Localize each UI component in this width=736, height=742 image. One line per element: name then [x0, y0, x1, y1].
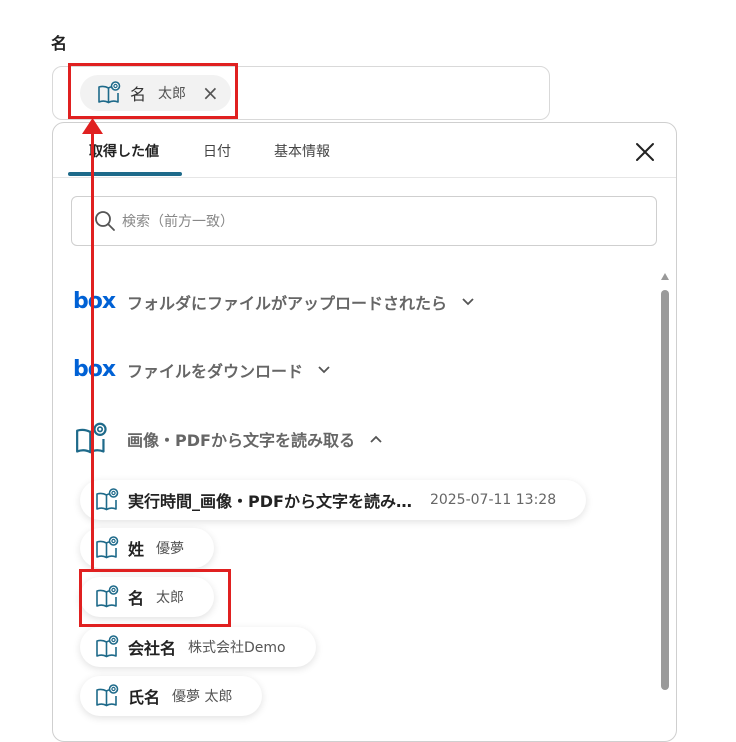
remove-token-icon[interactable]: × [202, 83, 219, 103]
token-value: 太郎 [158, 86, 187, 102]
box-logo-icon: box [73, 357, 116, 382]
scrollbar-thumb[interactable] [661, 290, 669, 690]
ocr-book-icon [94, 683, 120, 709]
section-box-download[interactable]: box ファイルをダウンロード [73, 357, 331, 382]
section-label: フォルダにファイルがアップロードされたら [127, 293, 448, 313]
value-item-first-name[interactable]: 名 太郎 [80, 577, 215, 617]
scrollbar[interactable] [661, 273, 669, 741]
token-name: 名 [130, 85, 147, 104]
search-icon [95, 211, 115, 231]
item-name: 姓 [128, 540, 145, 559]
item-name: 実行時間_画像・PDFから文字を読み… [128, 492, 412, 511]
item-name: 会社名 [128, 639, 177, 658]
value-item-last-name[interactable]: 姓 優夢 [80, 528, 215, 568]
value-item-full-name[interactable]: 氏名 優夢 太郎 [80, 676, 263, 716]
field-label: 名 [51, 34, 68, 53]
item-date: 2025-07-11 13:28 [429, 492, 557, 508]
chevron-down-icon [318, 365, 330, 373]
ocr-book-icon [73, 421, 109, 457]
search-box [71, 196, 657, 246]
item-value: 株式会社Demo [188, 640, 286, 656]
scroll-up-arrow-icon[interactable] [661, 273, 669, 280]
item-name: 氏名 [128, 688, 161, 707]
section-label: ファイルをダウンロード [127, 361, 304, 381]
item-value: 優夢 [156, 541, 185, 557]
ocr-book-icon [94, 535, 120, 561]
ocr-book-icon [94, 487, 120, 513]
box-logo-icon: box [73, 289, 116, 314]
section-label: 画像・PDFから文字を読み取る [127, 431, 355, 450]
selected-value-token[interactable]: 名 太郎 × [80, 75, 231, 111]
item-name: 名 [128, 589, 145, 608]
search-input[interactable] [120, 209, 624, 235]
annotation-arrow-head-icon [82, 118, 103, 134]
item-value: 太郎 [156, 590, 185, 606]
tab-date[interactable]: 日付 [203, 141, 231, 161]
section-box-upload-trigger[interactable]: box フォルダにファイルがアップロードされたら [73, 289, 475, 314]
item-value: 優夢 太郎 [172, 689, 233, 705]
value-item-company-name[interactable]: 会社名 株式会社Demo [80, 627, 316, 667]
tab-basic-info[interactable]: 基本情報 [274, 141, 330, 161]
tab-acquired-values[interactable]: 取得した値 [89, 141, 159, 161]
tab-bar: 取得した値 日付 基本情報 [53, 123, 676, 178]
section-ocr-read-text[interactable]: 画像・PDFから文字を読み取る [73, 421, 383, 457]
ocr-book-icon [94, 634, 120, 660]
chevron-up-icon [370, 435, 382, 443]
close-icon[interactable] [634, 141, 656, 163]
active-tab-indicator [68, 172, 182, 176]
ocr-book-icon [96, 80, 122, 106]
ocr-book-icon [94, 584, 120, 610]
value-item-execution-time[interactable]: 実行時間_画像・PDFから文字を読み… 2025-07-11 13:28 [80, 480, 587, 520]
chevron-down-icon [462, 297, 474, 305]
